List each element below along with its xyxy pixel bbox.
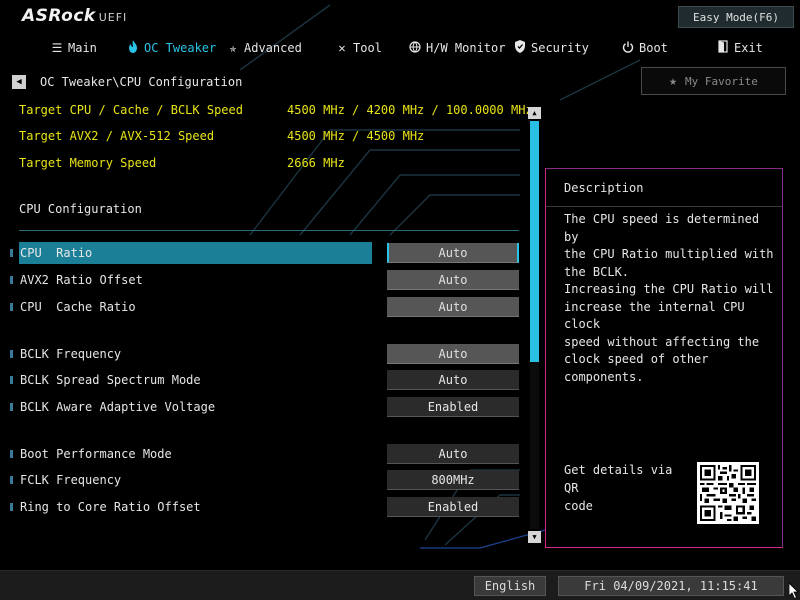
option-label: Ring to Core Ratio Offset bbox=[20, 500, 201, 514]
star-tool-icon: ✯ bbox=[229, 41, 237, 55]
option-value-select[interactable]: Enabled bbox=[387, 397, 519, 417]
option-value-select[interactable]: Enabled bbox=[387, 497, 519, 517]
option-label: CPU Cache Ratio bbox=[20, 300, 136, 314]
breadcrumb: ◀ OC Tweaker\CPU Configuration bbox=[12, 74, 242, 90]
row-marker bbox=[10, 303, 13, 311]
back-arrow-button[interactable]: ◀ bbox=[12, 75, 26, 89]
row-marker bbox=[10, 503, 13, 511]
option-value-select[interactable]: Auto bbox=[387, 444, 519, 464]
row-marker bbox=[10, 350, 13, 358]
asrock-logo: ASRock UEFI bbox=[22, 6, 128, 26]
option-label: AVX2 Ratio Offset bbox=[20, 273, 143, 287]
option-label: BCLK Aware Adaptive Voltage bbox=[20, 400, 216, 414]
description-title: Description bbox=[564, 181, 644, 195]
row-marker bbox=[10, 403, 13, 411]
option-label: Boot Performance Mode bbox=[20, 447, 172, 461]
info-target-avx-speed: Target AVX2 / AVX-512 Speed 4500 MHz / 4… bbox=[19, 129, 425, 143]
section-title: CPU Configuration bbox=[19, 202, 142, 216]
option-bclk-frequency[interactable]: BCLK Frequency Auto bbox=[0, 343, 525, 365]
description-panel: Description The CPU speed is determined … bbox=[545, 168, 783, 548]
mouse-cursor-icon bbox=[789, 583, 799, 599]
tab-tool[interactable]: ✕ Tool bbox=[335, 38, 382, 58]
scroll-track[interactable] bbox=[530, 121, 539, 529]
option-label: CPU Ratio bbox=[19, 242, 372, 264]
option-value-select[interactable]: Auto bbox=[387, 243, 519, 263]
date-time-display: Fri 04/09/2021, 11:15:41 bbox=[558, 576, 784, 596]
scroll-thumb[interactable] bbox=[530, 121, 539, 362]
qr-caption: Get details via QR code bbox=[564, 463, 673, 513]
option-label: BCLK Frequency bbox=[20, 347, 122, 361]
main-tab-bar: ☰ Main OC Tweaker ✯ Advanced ✕ Tool H/W Mon… bbox=[0, 38, 800, 58]
row-marker bbox=[10, 376, 13, 384]
tab-boot[interactable]: Boot bbox=[621, 38, 668, 58]
tab-security[interactable]: Security bbox=[513, 38, 589, 58]
option-cpu-ratio[interactable]: CPU Ratio Auto bbox=[0, 242, 525, 264]
option-value-select[interactable]: 800MHz bbox=[387, 470, 519, 490]
tab-advanced[interactable]: ✯ Advanced bbox=[226, 38, 301, 58]
option-bclk-spread-spectrum[interactable]: BCLK Spread Spectrum Mode Auto bbox=[0, 369, 525, 391]
shield-icon bbox=[513, 40, 527, 56]
my-favorite-button[interactable]: ★ My Favorite bbox=[641, 67, 786, 95]
option-value-select[interactable]: Auto bbox=[387, 297, 519, 317]
scroll-down-arrow-icon[interactable]: ▼ bbox=[528, 531, 541, 543]
option-ring-to-core-ratio-offset[interactable]: Ring to Core Ratio Offset Enabled bbox=[0, 496, 525, 518]
description-divider bbox=[546, 206, 782, 207]
option-label: BCLK Spread Spectrum Mode bbox=[20, 373, 201, 387]
status-bar: English Fri 04/09/2021, 11:15:41 bbox=[0, 570, 800, 600]
tab-oc-tweaker[interactable]: OC Tweaker bbox=[126, 38, 216, 58]
option-cpu-cache-ratio[interactable]: CPU Cache Ratio Auto bbox=[0, 296, 525, 318]
info-target-memory-speed: Target Memory Speed 2666 MHz bbox=[19, 156, 345, 170]
qr-code-icon bbox=[697, 462, 759, 524]
scrollbar[interactable]: ▲ ▼ bbox=[528, 107, 541, 543]
option-bclk-aware-adaptive-voltage[interactable]: BCLK Aware Adaptive Voltage Enabled bbox=[0, 396, 525, 418]
option-fclk-frequency[interactable]: FCLK Frequency 800MHz bbox=[0, 469, 525, 491]
option-value-select[interactable]: Auto bbox=[387, 370, 519, 390]
language-button[interactable]: English bbox=[474, 576, 546, 596]
uefi-label: UEFI bbox=[98, 11, 128, 24]
option-value-select[interactable]: Auto bbox=[387, 344, 519, 364]
star-icon: ★ bbox=[669, 73, 677, 89]
tab-exit[interactable]: Exit bbox=[716, 38, 763, 58]
option-avx2-ratio-offset[interactable]: AVX2 Ratio Offset Auto bbox=[0, 269, 525, 291]
row-marker bbox=[10, 249, 13, 257]
easy-mode-button[interactable]: Easy Mode(F6) bbox=[678, 6, 794, 28]
section-divider bbox=[19, 230, 519, 231]
scroll-up-arrow-icon[interactable]: ▲ bbox=[528, 107, 541, 119]
flame-icon bbox=[126, 40, 140, 56]
row-marker bbox=[10, 276, 13, 284]
tab-hw-monitor[interactable]: H/W Monitor bbox=[408, 38, 505, 58]
row-marker bbox=[10, 476, 13, 484]
globe-icon bbox=[408, 40, 422, 56]
description-text: The CPU speed is determined by the CPU R… bbox=[564, 212, 774, 384]
option-boot-performance-mode[interactable]: Boot Performance Mode Auto bbox=[0, 443, 525, 465]
wrench-screwdriver-icon: ✕ bbox=[338, 41, 346, 55]
power-icon bbox=[621, 41, 635, 56]
menu-lines-icon: ☰ bbox=[51, 41, 63, 55]
info-target-cpu-speed: Target CPU / Cache / BCLK Speed 4500 MHz… bbox=[19, 103, 533, 117]
row-marker bbox=[10, 450, 13, 458]
option-label: FCLK Frequency bbox=[20, 473, 122, 487]
tab-main[interactable]: ☰ Main bbox=[50, 38, 97, 58]
option-value-select[interactable]: Auto bbox=[387, 270, 519, 290]
exit-door-icon bbox=[716, 40, 730, 56]
breadcrumb-path: OC Tweaker\CPU Configuration bbox=[40, 75, 243, 89]
